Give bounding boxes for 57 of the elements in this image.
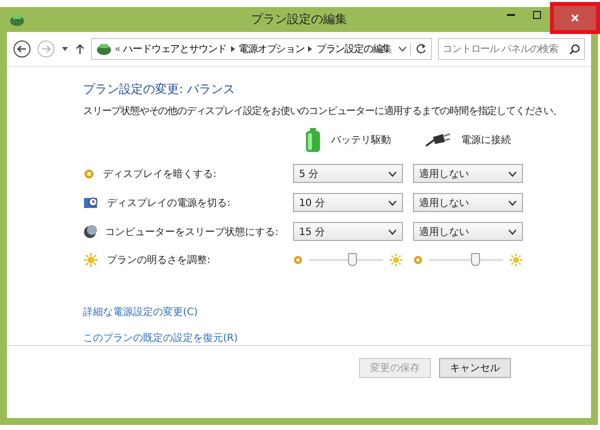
close-icon: [570, 12, 580, 22]
setting-label: プランの明るさを調整:: [107, 254, 210, 267]
breadcrumb-item[interactable]: 電源オプション: [238, 42, 304, 56]
time-dropdown[interactable]: 適用しない: [413, 164, 523, 183]
overflow-chevron[interactable]: «: [114, 44, 120, 54]
dropdown-caret-icon: [508, 228, 517, 234]
dropdown-caret-icon: [388, 170, 397, 176]
dropdown-caret-icon: [398, 45, 407, 53]
bright-sun-icon: [389, 253, 403, 267]
address-bar[interactable]: « ハードウェアとサウンド 電源オプション プラン設定の編集: [90, 38, 432, 60]
time-dropdown[interactable]: 5 分: [293, 164, 403, 183]
time-dropdown[interactable]: 適用しない: [413, 193, 523, 212]
setting-label: コンピューターをスリープ状態にする:: [105, 226, 278, 238]
breadcrumb-item[interactable]: ハードウェアとサウンド: [123, 42, 227, 56]
dropdown-caret-icon: [388, 228, 397, 234]
breadcrumb-item[interactable]: プラン設定の編集: [316, 42, 392, 56]
column-header: バッテリ駆動: [331, 134, 391, 147]
power-options-icon: [9, 12, 25, 26]
battery-icon: [305, 128, 321, 152]
column-header: 電源に接続: [461, 134, 511, 147]
back-button[interactable]: [13, 40, 31, 58]
minimize-icon: [507, 14, 515, 16]
dim-brightness-icon: [293, 255, 303, 265]
brightness-slider[interactable]: [309, 252, 383, 268]
power-plug-icon: [425, 132, 451, 148]
moon-icon: [83, 224, 97, 238]
dim-brightness-icon: [413, 255, 423, 265]
power-options-icon: [96, 42, 112, 56]
chevron-icon: [307, 45, 314, 53]
dropdown-caret-icon: [508, 200, 517, 206]
search-field[interactable]: コントロール パネルの検索: [438, 38, 585, 60]
dropdown-caret-icon: [388, 200, 397, 206]
dropdown-caret-icon: [508, 170, 517, 176]
dim-screen-icon: [83, 168, 95, 180]
time-dropdown[interactable]: 10 分: [293, 193, 403, 212]
slider-thumb[interactable]: [348, 253, 358, 266]
dialog-button[interactable]: キャンセル: [439, 358, 511, 378]
maximize-icon: [532, 10, 542, 20]
monitor-clock-icon: [83, 196, 99, 210]
description-text: スリープ状態やその他のディスプレイ設定をお使いのコンピューターに適用するまでの時間を指定してください。: [83, 104, 564, 118]
page-heading: プラン設定の変更: バランス: [83, 81, 236, 98]
chevron-icon: [230, 45, 236, 53]
search-icon: [569, 44, 580, 54]
brightness-slider[interactable]: [429, 252, 503, 268]
setting-label: ディスプレイの電源を切る:: [107, 196, 230, 210]
settings-link[interactable]: 詳細な電源設定の変更(C): [83, 305, 198, 319]
bright-sun-icon: [509, 253, 523, 267]
time-dropdown[interactable]: 適用しない: [413, 222, 523, 241]
refresh-icon: [410, 43, 427, 55]
slider-thumb[interactable]: [470, 253, 480, 266]
settings-link[interactable]: このプランの既定の設定を復元(R): [83, 331, 238, 345]
up-arrow-icon: [74, 43, 85, 55]
time-dropdown[interactable]: 15 分: [293, 222, 403, 241]
caret-icon: [61, 45, 69, 53]
window-title: プラン設定の編集: [251, 11, 347, 28]
sun-icon: [83, 252, 99, 268]
setting-label: ディスプレイを暗くする:: [103, 168, 216, 180]
